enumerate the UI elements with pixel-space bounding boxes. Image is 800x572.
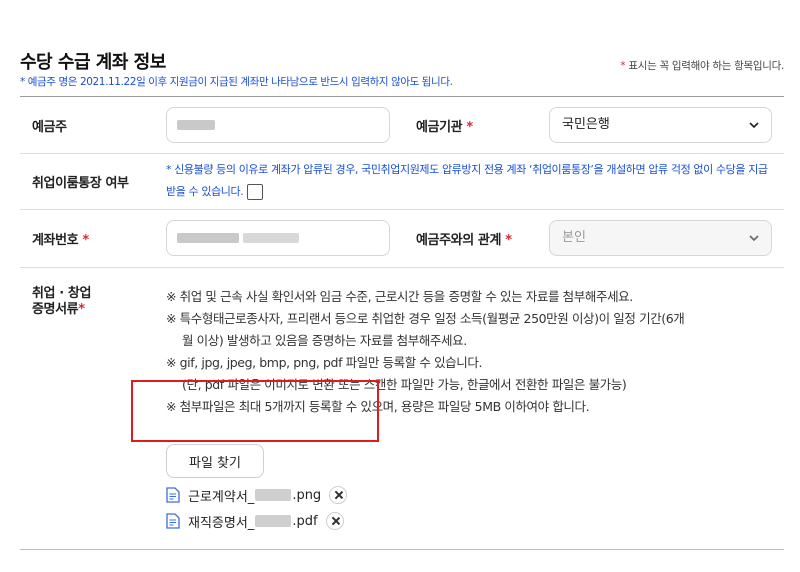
- holder-name-note: * 예금주 명은 2021.11.22일 이후 지원금이 지급된 계좌만 나타남…: [20, 76, 453, 88]
- attached-file-item: 재직증명서_ .pdf: [166, 510, 344, 532]
- chevron-down-icon: [749, 122, 759, 129]
- account-number-field[interactable]: [166, 220, 390, 256]
- remove-file-button[interactable]: [325, 512, 344, 530]
- holder-label: 예금주: [32, 120, 67, 135]
- page-title: 수당 수급 계좌 정보: [20, 52, 166, 73]
- attached-files-highlight: [131, 380, 379, 442]
- proof-label-line2: 증명서류*: [32, 302, 91, 318]
- masked-file-name: [255, 515, 292, 527]
- required-legend: * 표시는 꼭 입력해야 하는 항목입니다.: [620, 58, 784, 73]
- account-label-text: 계좌번호: [32, 233, 79, 248]
- proof-note: ※ gif, jpg, jpeg, bmp, png, pdf 파일만 등록할 …: [166, 355, 483, 370]
- protect-account-info: * 신용불량 등의 이유로 계좌가 압류된 경우, 국민취업지원제도 압류방지 …: [166, 159, 771, 203]
- document-icon: [166, 513, 180, 529]
- bank-label-text: 예금기관: [416, 120, 463, 135]
- holder-name-field[interactable]: [166, 107, 390, 143]
- find-file-button[interactable]: 파일 찾기: [166, 444, 264, 478]
- file-extension: .png: [292, 487, 322, 503]
- account-form-table: 예금주 예금기관 * 국민은행 취업이룸통장 여부 * 신용불량 등의 이유로 …: [20, 96, 784, 550]
- protect-account-label: 취업이룸통장 여부: [32, 176, 129, 191]
- chevron-down-icon: [749, 235, 759, 242]
- relation-required-star: *: [505, 233, 512, 248]
- file-name-prefix: 재직증명서_: [188, 515, 255, 531]
- proof-note: ※ 특수형태근로종사자, 프리랜서 등으로 취업한 경우 일정 소득(월평균 2…: [166, 311, 685, 326]
- proof-required-star: *: [78, 302, 85, 317]
- masked-file-name: [255, 489, 292, 501]
- bank-select-value: 국민은행: [562, 117, 610, 132]
- proof-note: 월 이상) 발생하고 있음을 증명하는 자료를 첨부해주세요.: [182, 333, 467, 348]
- proof-label: 취업 · 창업 증명서류*: [32, 286, 91, 318]
- proof-label-line1: 취업 · 창업: [32, 286, 92, 301]
- relation-select-value: 본인: [562, 230, 586, 245]
- masked-holder-name: [177, 120, 215, 130]
- relation-select[interactable]: 본인: [549, 220, 772, 256]
- account-required-star: *: [82, 233, 89, 248]
- remove-file-button[interactable]: [329, 486, 348, 504]
- masked-account-part2: [243, 233, 299, 243]
- row-account: 계좌번호 * 예금주와의 관계 * 본인: [20, 210, 784, 268]
- row-protect-account: 취업이룸통장 여부 * 신용불량 등의 이유로 계좌가 압류된 경우, 국민취업…: [20, 154, 784, 210]
- file-extension: .pdf: [292, 513, 318, 529]
- bank-select[interactable]: 국민은행: [549, 107, 772, 143]
- attached-file-item: 근로계약서_ .png: [166, 484, 348, 506]
- proof-note: ※ 취업 및 근속 사실 확인서와 임금 수준, 근로시간 등을 증명할 수 있…: [166, 289, 633, 304]
- required-legend-text: 표시는 꼭 입력해야 하는 항목입니다.: [628, 60, 784, 72]
- protect-account-checkbox[interactable]: [247, 184, 264, 200]
- bank-label: 예금기관 *: [416, 116, 473, 135]
- bank-required-star: *: [466, 120, 473, 135]
- row-holder: 예금주 예금기관 * 국민은행: [20, 97, 784, 154]
- relation-label-text: 예금주와의 관계: [416, 233, 502, 248]
- required-star: *: [620, 60, 626, 72]
- relation-label: 예금주와의 관계 *: [416, 229, 512, 248]
- proof-label-line2-text: 증명서류: [32, 302, 79, 317]
- masked-account-part1: [177, 233, 239, 243]
- account-label: 계좌번호 *: [32, 229, 89, 248]
- file-name-prefix: 근로계약서_: [188, 489, 255, 505]
- document-icon: [166, 487, 180, 503]
